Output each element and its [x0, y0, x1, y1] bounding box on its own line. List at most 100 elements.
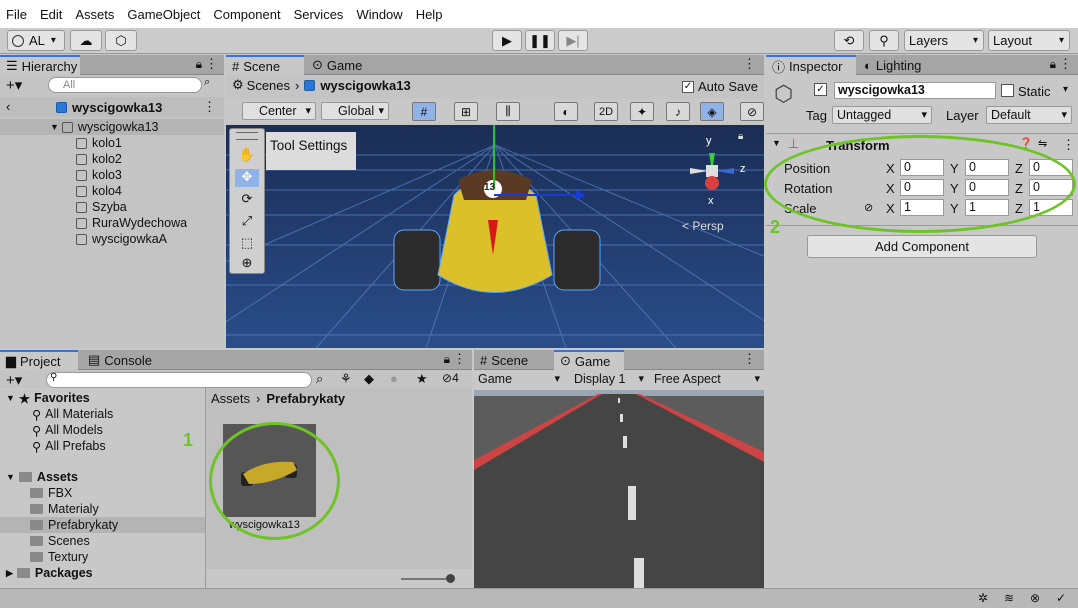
- favorite-item[interactable]: ⚲ All Prefabs: [32, 438, 106, 454]
- more-icon[interactable]: ⋮: [743, 351, 756, 367]
- more-icon[interactable]: ⋮: [743, 56, 756, 72]
- favorite-item[interactable]: ⚲ All Materials: [32, 406, 113, 422]
- layers-dropdown[interactable]: Layers ▾: [904, 30, 984, 51]
- rotate-tool-icon[interactable]: ⟳: [235, 191, 259, 209]
- packages-header[interactable]: ▶ Packages: [6, 565, 93, 581]
- component-more-icon[interactable]: ⋮: [1062, 137, 1075, 153]
- favorites-header[interactable]: ▼ ★ Favorites: [6, 390, 90, 406]
- scale-tool-icon[interactable]: ⤢: [235, 213, 259, 231]
- effects-icon[interactable]: ◈: [700, 102, 724, 121]
- hierarchy-item[interactable]: Szyba: [76, 199, 127, 215]
- grid-visibility-icon[interactable]: ⫼: [496, 102, 520, 121]
- filter-label-icon[interactable]: ◆: [364, 371, 374, 387]
- tab-lighting[interactable]: ◐ Lighting: [858, 55, 927, 75]
- tag-dropdown[interactable]: Untagged: [832, 106, 932, 124]
- static-checkbox[interactable]: [1001, 84, 1014, 97]
- gizmo-lock-icon[interactable]: 🔒︎: [738, 131, 743, 142]
- favorite-item[interactable]: ⚲ All Models: [32, 422, 103, 438]
- status-check-icon[interactable]: ✓: [1056, 591, 1066, 605]
- auto-save-toggle[interactable]: ✓ Auto Save: [682, 79, 758, 94]
- account-button[interactable]: AL ▾: [7, 30, 65, 51]
- visibility-icon[interactable]: ⊘: [740, 102, 764, 121]
- game-mode-dropdown[interactable]: Game: [474, 371, 564, 389]
- hierarchy-item[interactable]: kolo4: [76, 183, 122, 199]
- zoom-slider-handle[interactable]: [446, 574, 455, 583]
- menu-services[interactable]: Services: [294, 7, 344, 22]
- draw-mode-icon[interactable]: ◐: [554, 102, 578, 121]
- back-icon[interactable]: ‹: [6, 99, 10, 114]
- search-filter-icon[interactable]: ⌕: [316, 371, 323, 387]
- game-view[interactable]: [474, 390, 764, 588]
- hierarchy-search-input[interactable]: All: [48, 77, 202, 93]
- grid-snap-icon[interactable]: #: [412, 102, 436, 121]
- menu-window[interactable]: Window: [356, 7, 402, 22]
- move-tool-icon[interactable]: ✥: [235, 169, 259, 187]
- zoom-slider-track[interactable]: [401, 578, 451, 580]
- lock-icon[interactable]: 🔒︎: [444, 352, 450, 367]
- tab-game[interactable]: ⊙ Game: [306, 55, 368, 75]
- rect-tool-icon[interactable]: ⬚: [235, 235, 259, 253]
- folder-item-selected[interactable]: Prefabrykaty: [0, 517, 205, 533]
- cache-icon[interactable]: ≋: [1004, 591, 1014, 605]
- search-filter-icon[interactable]: ⌕: [204, 76, 210, 89]
- menu-help[interactable]: Help: [416, 7, 443, 22]
- scene-viewport[interactable]: 13 y z x 🔒︎ < Persp ✋ ✥ ⟳ ⤢ ⬚ ⊕ Tool Set…: [226, 125, 764, 348]
- pivot-dropdown[interactable]: Center: [242, 102, 316, 120]
- step-button[interactable]: ▶|: [558, 30, 588, 51]
- tab-project[interactable]: ▆ Project: [0, 350, 78, 370]
- tab-console[interactable]: ▤ Console: [82, 350, 158, 370]
- hidden-packages-icon[interactable]: ⊘4: [442, 371, 459, 385]
- menu-edit[interactable]: Edit: [40, 7, 62, 22]
- collab-button[interactable]: ⬡: [105, 30, 137, 51]
- folder-item[interactable]: Materialy: [30, 501, 99, 517]
- orientation-gizmo[interactable]: y z x: [682, 133, 752, 213]
- menu-assets[interactable]: Assets: [75, 7, 114, 22]
- breadcrumb-current[interactable]: Prefabrykaty: [266, 391, 345, 406]
- mode-2d-button[interactable]: 2D: [594, 102, 618, 121]
- display-dropdown[interactable]: Display 1: [570, 371, 648, 389]
- aspect-dropdown[interactable]: Free Aspect: [650, 371, 764, 389]
- hand-tool-icon[interactable]: ✋: [235, 147, 259, 165]
- menu-file[interactable]: File: [6, 7, 27, 22]
- tab-hierarchy[interactable]: ☰ Hierarchy: [0, 55, 80, 75]
- filter-type-icon[interactable]: ⚘: [340, 371, 352, 387]
- tool-settings-overlay[interactable]: Tool Settings: [266, 132, 356, 170]
- add-icon[interactable]: +▾: [6, 371, 22, 389]
- row-more-icon[interactable]: ⋮: [203, 99, 216, 115]
- hierarchy-item[interactable]: wyscigowkaA: [76, 231, 167, 247]
- favorite-star-icon[interactable]: ★: [416, 371, 428, 387]
- space-dropdown[interactable]: Global: [321, 102, 389, 120]
- hierarchy-item[interactable]: kolo2: [76, 151, 122, 167]
- active-checkbox[interactable]: ✓: [814, 83, 827, 96]
- assets-header[interactable]: ▼ Assets: [6, 469, 78, 485]
- play-button[interactable]: ▶: [492, 30, 522, 51]
- pause-button[interactable]: ❚❚: [525, 30, 555, 51]
- hierarchy-item[interactable]: kolo1: [76, 135, 122, 151]
- menu-gameobject[interactable]: GameObject: [127, 7, 200, 22]
- lighting-toggle-icon[interactable]: ✦: [630, 102, 654, 121]
- scene-root-row[interactable]: ‹ wyscigowka13 ⋮: [0, 97, 224, 117]
- layer-dropdown[interactable]: Default: [986, 106, 1072, 124]
- folder-item[interactable]: Scenes: [30, 533, 90, 549]
- perspective-label[interactable]: < Persp: [682, 219, 724, 233]
- tab-scene[interactable]: # Scene: [226, 55, 304, 75]
- add-component-button[interactable]: Add Component: [807, 235, 1037, 258]
- hierarchy-item[interactable]: ▼ wyscigowka13: [0, 119, 224, 135]
- menu-component[interactable]: Component: [213, 7, 280, 22]
- preset-icon[interactable]: ⇋: [1038, 137, 1047, 150]
- breadcrumb-scenes[interactable]: Scenes: [247, 78, 290, 93]
- lock-icon[interactable]: 🔒︎: [1050, 57, 1056, 72]
- breadcrumb-root[interactable]: Assets: [211, 391, 250, 406]
- tab-inspector[interactable]: ⓘ Inspector: [766, 55, 856, 75]
- static-dropdown-icon[interactable]: ▾: [1063, 84, 1068, 95]
- snap-increment-icon[interactable]: ⊞: [454, 102, 478, 121]
- lock-icon[interactable]: 🔒︎: [196, 57, 202, 72]
- filter-log-icon[interactable]: ●: [390, 371, 398, 386]
- audio-toggle-icon[interactable]: ♪: [666, 102, 690, 121]
- folder-item[interactable]: Textury: [30, 549, 88, 565]
- layout-dropdown[interactable]: Layout ▾: [988, 30, 1070, 51]
- more-icon[interactable]: ⋮: [1059, 56, 1072, 72]
- tab-scene[interactable]: # Scene: [474, 350, 534, 370]
- more-icon[interactable]: ⋮: [205, 56, 218, 72]
- collapse-icon[interactable]: ▼: [772, 138, 781, 148]
